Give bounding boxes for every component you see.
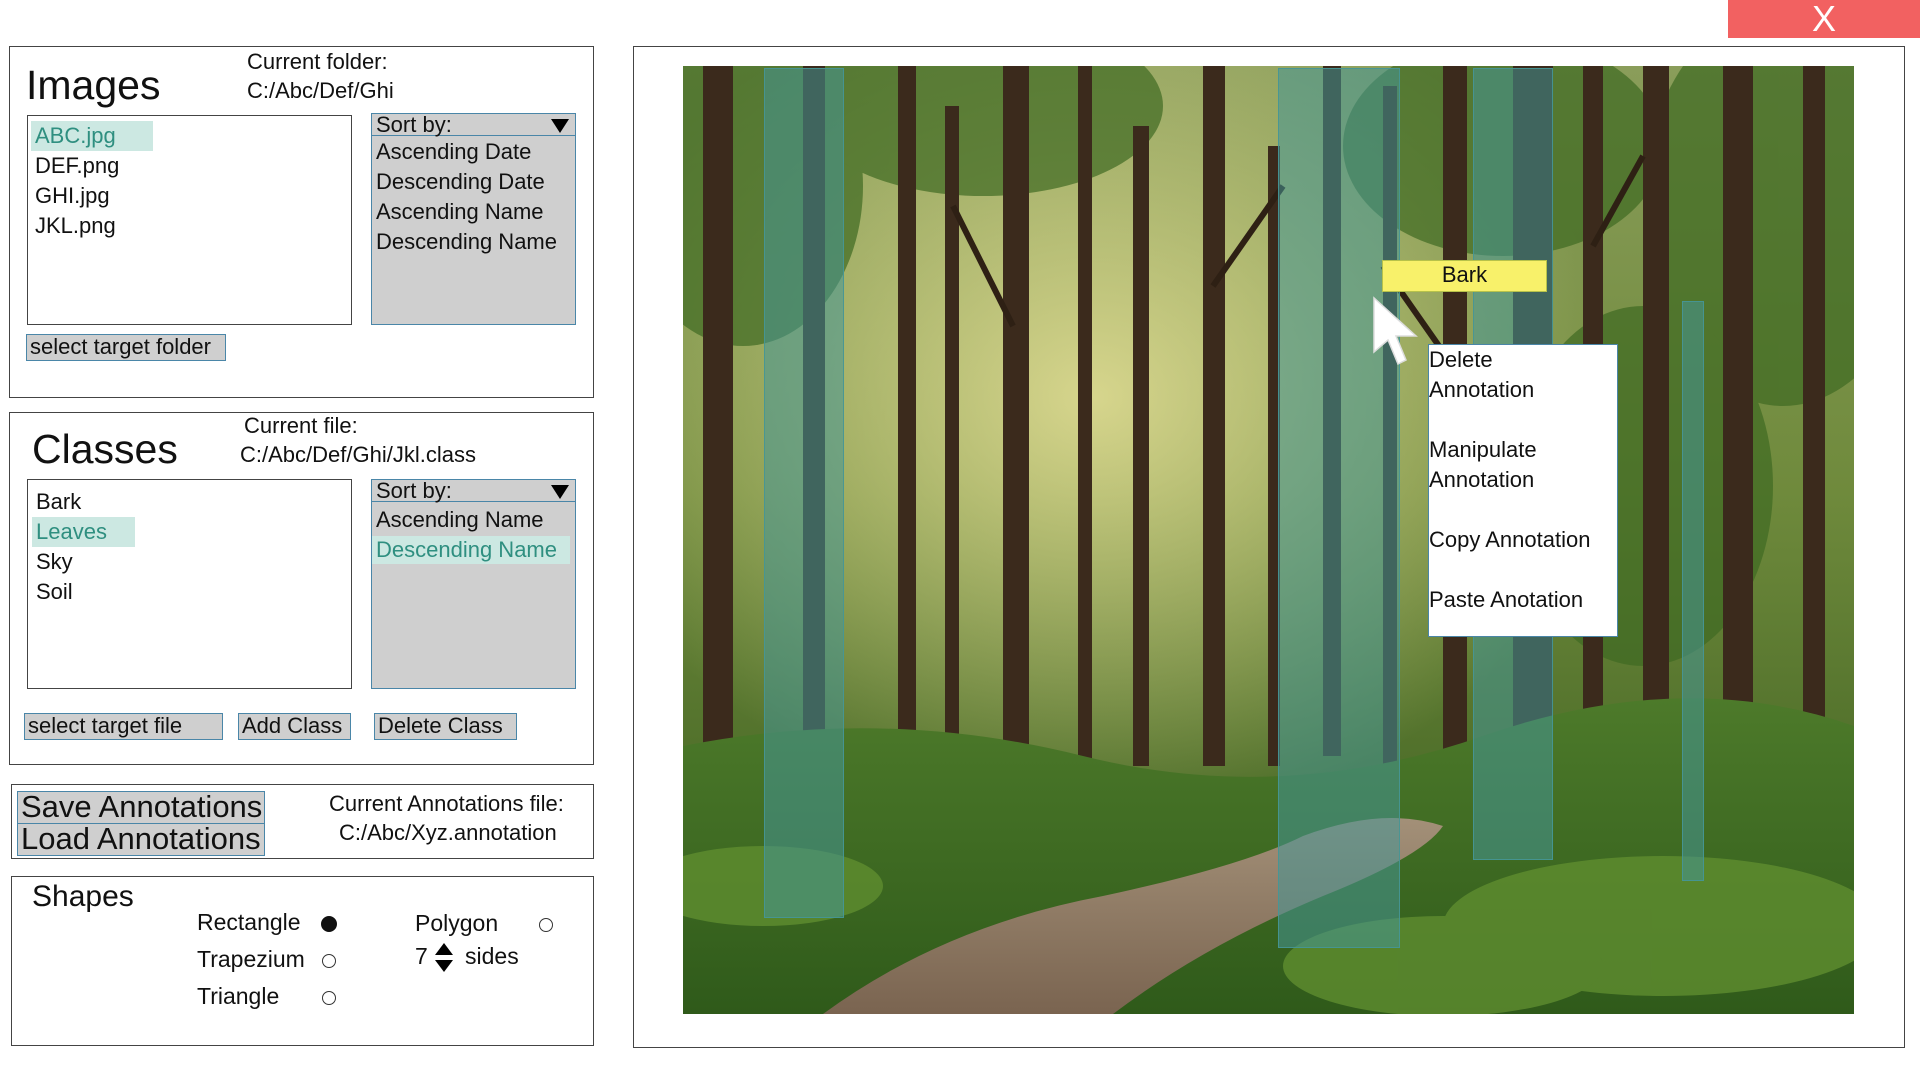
list-item[interactable]: ABC.jpg — [31, 121, 153, 151]
polygon-label: Polygon — [415, 910, 499, 936]
classes-title: Classes — [32, 426, 178, 472]
class-sort-dropdown[interactable]: Sort by: Ascending Name Descending Name — [371, 479, 576, 689]
sort-header[interactable]: Sort by: — [372, 114, 575, 136]
close-icon[interactable]: X — [1812, 0, 1836, 39]
sides-stepper-icon[interactable] — [434, 942, 454, 974]
annotation-rectangle[interactable] — [1682, 301, 1704, 881]
list-item[interactable]: DEF.png — [31, 151, 119, 181]
sort-header[interactable]: Sort by: — [372, 480, 575, 502]
rectangle-radio[interactable] — [321, 916, 337, 932]
sort-option-ascending-name[interactable]: Ascending Name — [372, 198, 544, 226]
sort-option-descending-name[interactable]: Descending Name — [372, 536, 570, 564]
list-item[interactable]: GHI.jpg — [31, 181, 110, 211]
shapes-title: Shapes — [32, 880, 134, 913]
annotation-rectangle[interactable] — [1278, 68, 1400, 948]
triangle-radio[interactable] — [322, 991, 336, 1005]
sort-header-label: Sort by: — [376, 112, 452, 137]
list-item[interactable]: JKL.png — [31, 211, 116, 241]
context-menu: Delete Annotation Manipulate Annotation … — [1428, 344, 1618, 637]
forest-image[interactable] — [683, 66, 1854, 1014]
image-sort-dropdown[interactable]: Sort by: Ascending Date Descending Date … — [371, 113, 576, 325]
sort-option-ascending-name[interactable]: Ascending Name — [372, 506, 544, 534]
context-menu-item-paste[interactable]: Paste Anotation — [1429, 585, 1583, 615]
list-item[interactable]: Soil — [32, 577, 73, 607]
class-list[interactable]: Bark Leaves Sky Soil — [27, 479, 352, 689]
polygon-radio[interactable] — [539, 918, 553, 932]
annotations-file-path: C:/Abc/Xyz.annotation — [339, 820, 557, 845]
dropdown-arrow-icon[interactable] — [551, 119, 569, 133]
image-file-list[interactable]: ABC.jpg DEF.png GHI.jpg JKL.png — [27, 115, 352, 325]
add-class-button[interactable]: Add Class — [238, 713, 351, 740]
triangle-label: Triangle — [197, 983, 280, 1009]
sides-label: sides — [465, 943, 519, 969]
close-button[interactable]: X — [1728, 0, 1920, 38]
sort-option-descending-date[interactable]: Descending Date — [372, 168, 545, 196]
list-item[interactable]: Leaves — [32, 517, 135, 547]
rectangle-label: Rectangle — [197, 909, 301, 935]
current-file-path: C:/Abc/Def/Ghi/Jkl.class — [240, 442, 476, 467]
context-menu-item-manipulate[interactable]: Manipulate Annotation — [1429, 435, 1537, 495]
list-item[interactable]: Sky — [32, 547, 73, 577]
list-item[interactable]: Bark — [32, 487, 81, 517]
annotation-class-tag[interactable]: Bark — [1382, 260, 1547, 292]
select-target-folder-button[interactable]: select target folder — [26, 334, 226, 361]
sort-option-descending-name[interactable]: Descending Name — [372, 228, 557, 256]
current-folder-path: C:/Abc/Def/Ghi — [247, 78, 394, 103]
annotations-file-label: Current Annotations file: — [329, 791, 564, 816]
polygon-sides-value[interactable]: 7 — [415, 943, 428, 970]
context-menu-item-copy[interactable]: Copy Annotation — [1429, 525, 1590, 555]
select-target-file-button[interactable]: select target file — [24, 713, 223, 740]
sort-option-ascending-date[interactable]: Ascending Date — [372, 138, 531, 166]
load-annotations-button[interactable]: Load Annotations — [17, 823, 265, 856]
trapezium-label: Trapezium — [197, 946, 305, 972]
sort-header-label: Sort by: — [376, 478, 452, 503]
cursor-icon — [1373, 296, 1418, 366]
dropdown-arrow-icon[interactable] — [551, 485, 569, 499]
trapezium-radio[interactable] — [322, 954, 336, 968]
context-menu-item-delete[interactable]: Delete Annotation — [1429, 345, 1534, 405]
annotation-rectangle[interactable] — [764, 68, 844, 918]
delete-class-button[interactable]: Delete Class — [374, 713, 517, 740]
current-file-label: Current file: — [244, 413, 358, 438]
save-annotations-button[interactable]: Save Annotations — [17, 791, 265, 824]
current-folder-label: Current folder: — [247, 49, 388, 74]
images-title: Images — [26, 62, 161, 108]
